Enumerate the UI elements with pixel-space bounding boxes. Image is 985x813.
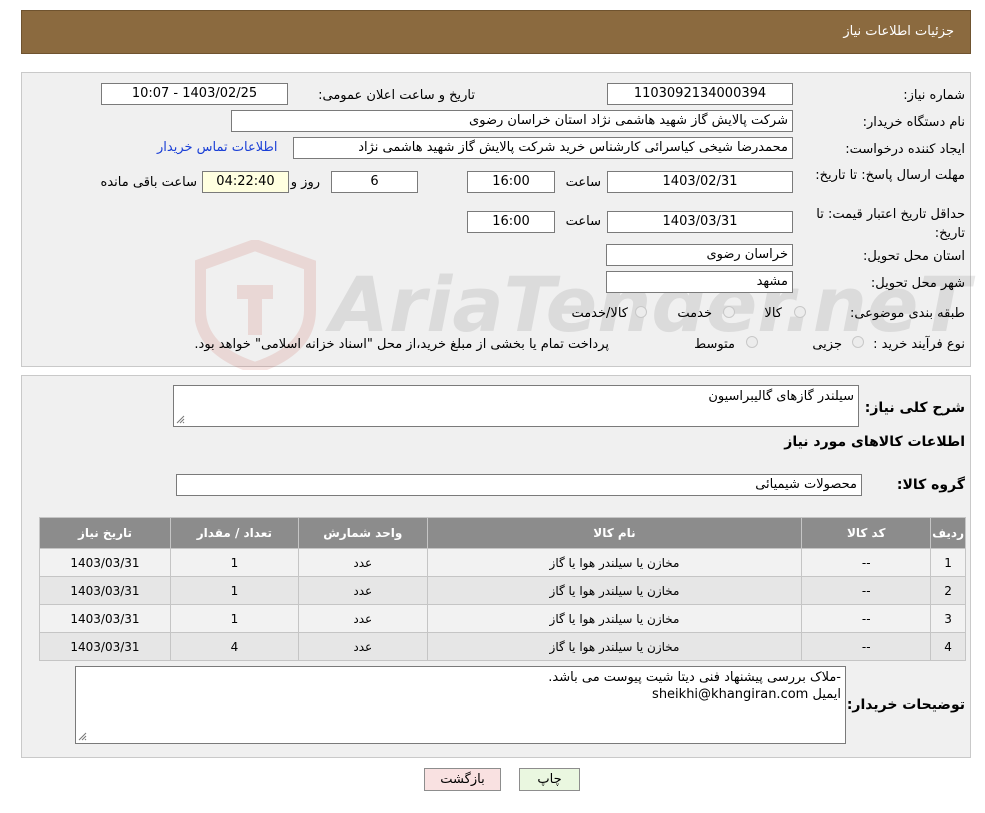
remaining-label: ساعت باقی مانده: [100, 175, 197, 190]
process-option-minor: جزیی: [812, 337, 842, 352]
validity-date-field: 1403/03/31: [607, 211, 793, 233]
process-radio-minor[interactable]: [852, 336, 864, 348]
category-radio-service[interactable]: [723, 306, 735, 318]
col-name-header: نام کالا: [427, 518, 802, 548]
cell-unit: عدد: [298, 549, 427, 576]
deadline-label: مهلت ارسال پاسخ: تا تاریخ:: [815, 168, 965, 183]
cell-code: --: [802, 549, 931, 576]
col-date-header: تاریخ نیاز: [40, 518, 170, 548]
cell-code: --: [802, 633, 931, 660]
table-row: 3 -- مخازن یا سیلندر هوا یا گاز عدد 1 14…: [40, 605, 965, 632]
cell-date: 1403/03/31: [40, 577, 170, 604]
page-title: جزئیات اطلاعات نیاز: [843, 24, 954, 39]
validity-time-field: 16:00: [467, 211, 555, 233]
need-number-label: شماره نیاز:: [903, 88, 965, 103]
cell-row: 1: [931, 549, 965, 576]
goods-table-header: ردیف کد کالا نام کالا واحد شمارش تعداد /…: [40, 518, 965, 548]
print-button[interactable]: چاپ: [519, 768, 580, 791]
remaining-time-field: 04:22:40: [202, 171, 289, 193]
col-qty-header: تعداد / مقدار: [170, 518, 298, 548]
city-label: شهر محل تحویل:: [870, 276, 965, 291]
deadline-date-field: 1403/02/31: [607, 171, 793, 193]
cell-row: 2: [931, 577, 965, 604]
buyer-notes-line-1: -ملاک بررسی پیشنهاد فنی دیتا شیت پیوست م…: [548, 670, 841, 685]
deadline-time-field: 16:00: [467, 171, 555, 193]
cell-name: مخازن یا سیلندر هوا یا گاز: [427, 577, 802, 604]
buyer-org-field: شرکت پالایش گاز شهید هاشمی نژاد استان خر…: [231, 110, 793, 132]
process-note: پرداخت تمام یا بخشی از مبلغ خرید،از محل …: [194, 337, 609, 352]
description-label: شرح کلی نیاز:: [864, 400, 965, 416]
cell-code: --: [802, 605, 931, 632]
cell-qty: 1: [170, 605, 298, 632]
requester-field: محمدرضا شیخی کیاسرائی کارشناس خرید شرکت …: [293, 137, 793, 159]
category-option-goods: کالا: [764, 306, 782, 321]
resize-grip-icon[interactable]: [78, 732, 87, 741]
buyer-contact-link[interactable]: اطلاعات تماس خریدار: [157, 140, 277, 155]
validity-hour-label: ساعت: [565, 214, 601, 229]
cell-code: --: [802, 577, 931, 604]
page-header: جزئیات اطلاعات نیاز: [21, 10, 971, 54]
category-radio-goods[interactable]: [794, 306, 806, 318]
resize-grip-icon[interactable]: [176, 415, 185, 424]
cell-name: مخازن یا سیلندر هوا یا گاز: [427, 633, 802, 660]
cell-qty: 1: [170, 549, 298, 576]
cell-qty: 4: [170, 633, 298, 660]
goods-group-label: گروه کالا:: [896, 477, 965, 493]
city-field: مشهد: [606, 271, 793, 293]
table-row: 2 -- مخازن یا سیلندر هوا یا گاز عدد 1 14…: [40, 577, 965, 604]
requester-label: ایجاد کننده درخواست:: [845, 142, 965, 157]
province-label: استان محل تحویل:: [863, 249, 965, 264]
cell-date: 1403/03/31: [40, 633, 170, 660]
buyer-notes-textarea[interactable]: -ملاک بررسی پیشنهاد فنی دیتا شیت پیوست م…: [75, 666, 846, 744]
need-number-field: 1103092134000394: [607, 83, 793, 105]
back-button[interactable]: بازگشت: [424, 768, 501, 791]
buyer-notes-label: توضیحات خریدار:: [846, 697, 965, 713]
goods-group-field: محصولات شیمیائی: [176, 474, 862, 496]
cell-unit: عدد: [298, 633, 427, 660]
cell-row: 3: [931, 605, 965, 632]
category-option-service: خدمت: [677, 306, 712, 321]
announce-label: تاریخ و ساعت اعلان عمومی:: [318, 88, 475, 103]
buyer-notes-line-2: ایمیل sheikhi@khangiran.com: [652, 687, 841, 702]
cell-unit: عدد: [298, 605, 427, 632]
process-label: نوع فرآیند خرید :: [873, 337, 965, 352]
description-text: سیلندر گازهای گالیبراسیون: [708, 389, 854, 404]
cell-row: 4: [931, 633, 965, 660]
goods-table: ردیف کد کالا نام کالا واحد شمارش تعداد /…: [39, 517, 966, 661]
cell-date: 1403/03/31: [40, 605, 170, 632]
col-code-header: کد کالا: [802, 518, 931, 548]
cell-name: مخازن یا سیلندر هوا یا گاز: [427, 549, 802, 576]
buyer-org-label: نام دستگاه خریدار:: [862, 115, 965, 130]
goods-section-title: اطلاعات کالاهای مورد نیاز: [784, 434, 965, 450]
validity-label: حداقل تاریخ اعتبار قیمت: تا تاریخ:: [816, 207, 965, 241]
days-label: روز و: [290, 175, 320, 190]
deadline-hour-label: ساعت: [565, 175, 601, 190]
cell-name: مخازن یا سیلندر هوا یا گاز: [427, 605, 802, 632]
process-option-medium: متوسط: [694, 337, 735, 352]
table-row: 4 -- مخازن یا سیلندر هوا یا گاز عدد 4 14…: [40, 633, 965, 660]
description-textarea[interactable]: سیلندر گازهای گالیبراسیون: [173, 385, 859, 427]
category-option-goods-service: کالا/خدمت: [571, 306, 628, 321]
col-unit-header: واحد شمارش: [298, 518, 427, 548]
announce-field: 1403/02/25 - 10:07: [101, 83, 288, 105]
col-row-header: ردیف: [931, 518, 965, 548]
category-radio-goods-service[interactable]: [635, 306, 647, 318]
cell-qty: 1: [170, 577, 298, 604]
process-radio-medium[interactable]: [746, 336, 758, 348]
province-field: خراسان رضوی: [606, 244, 793, 266]
cell-unit: عدد: [298, 577, 427, 604]
category-label: طبقه بندی موضوعی:: [849, 306, 965, 321]
days-field: 6: [331, 171, 418, 193]
cell-date: 1403/03/31: [40, 549, 170, 576]
table-row: 1 -- مخازن یا سیلندر هوا یا گاز عدد 1 14…: [40, 549, 965, 576]
